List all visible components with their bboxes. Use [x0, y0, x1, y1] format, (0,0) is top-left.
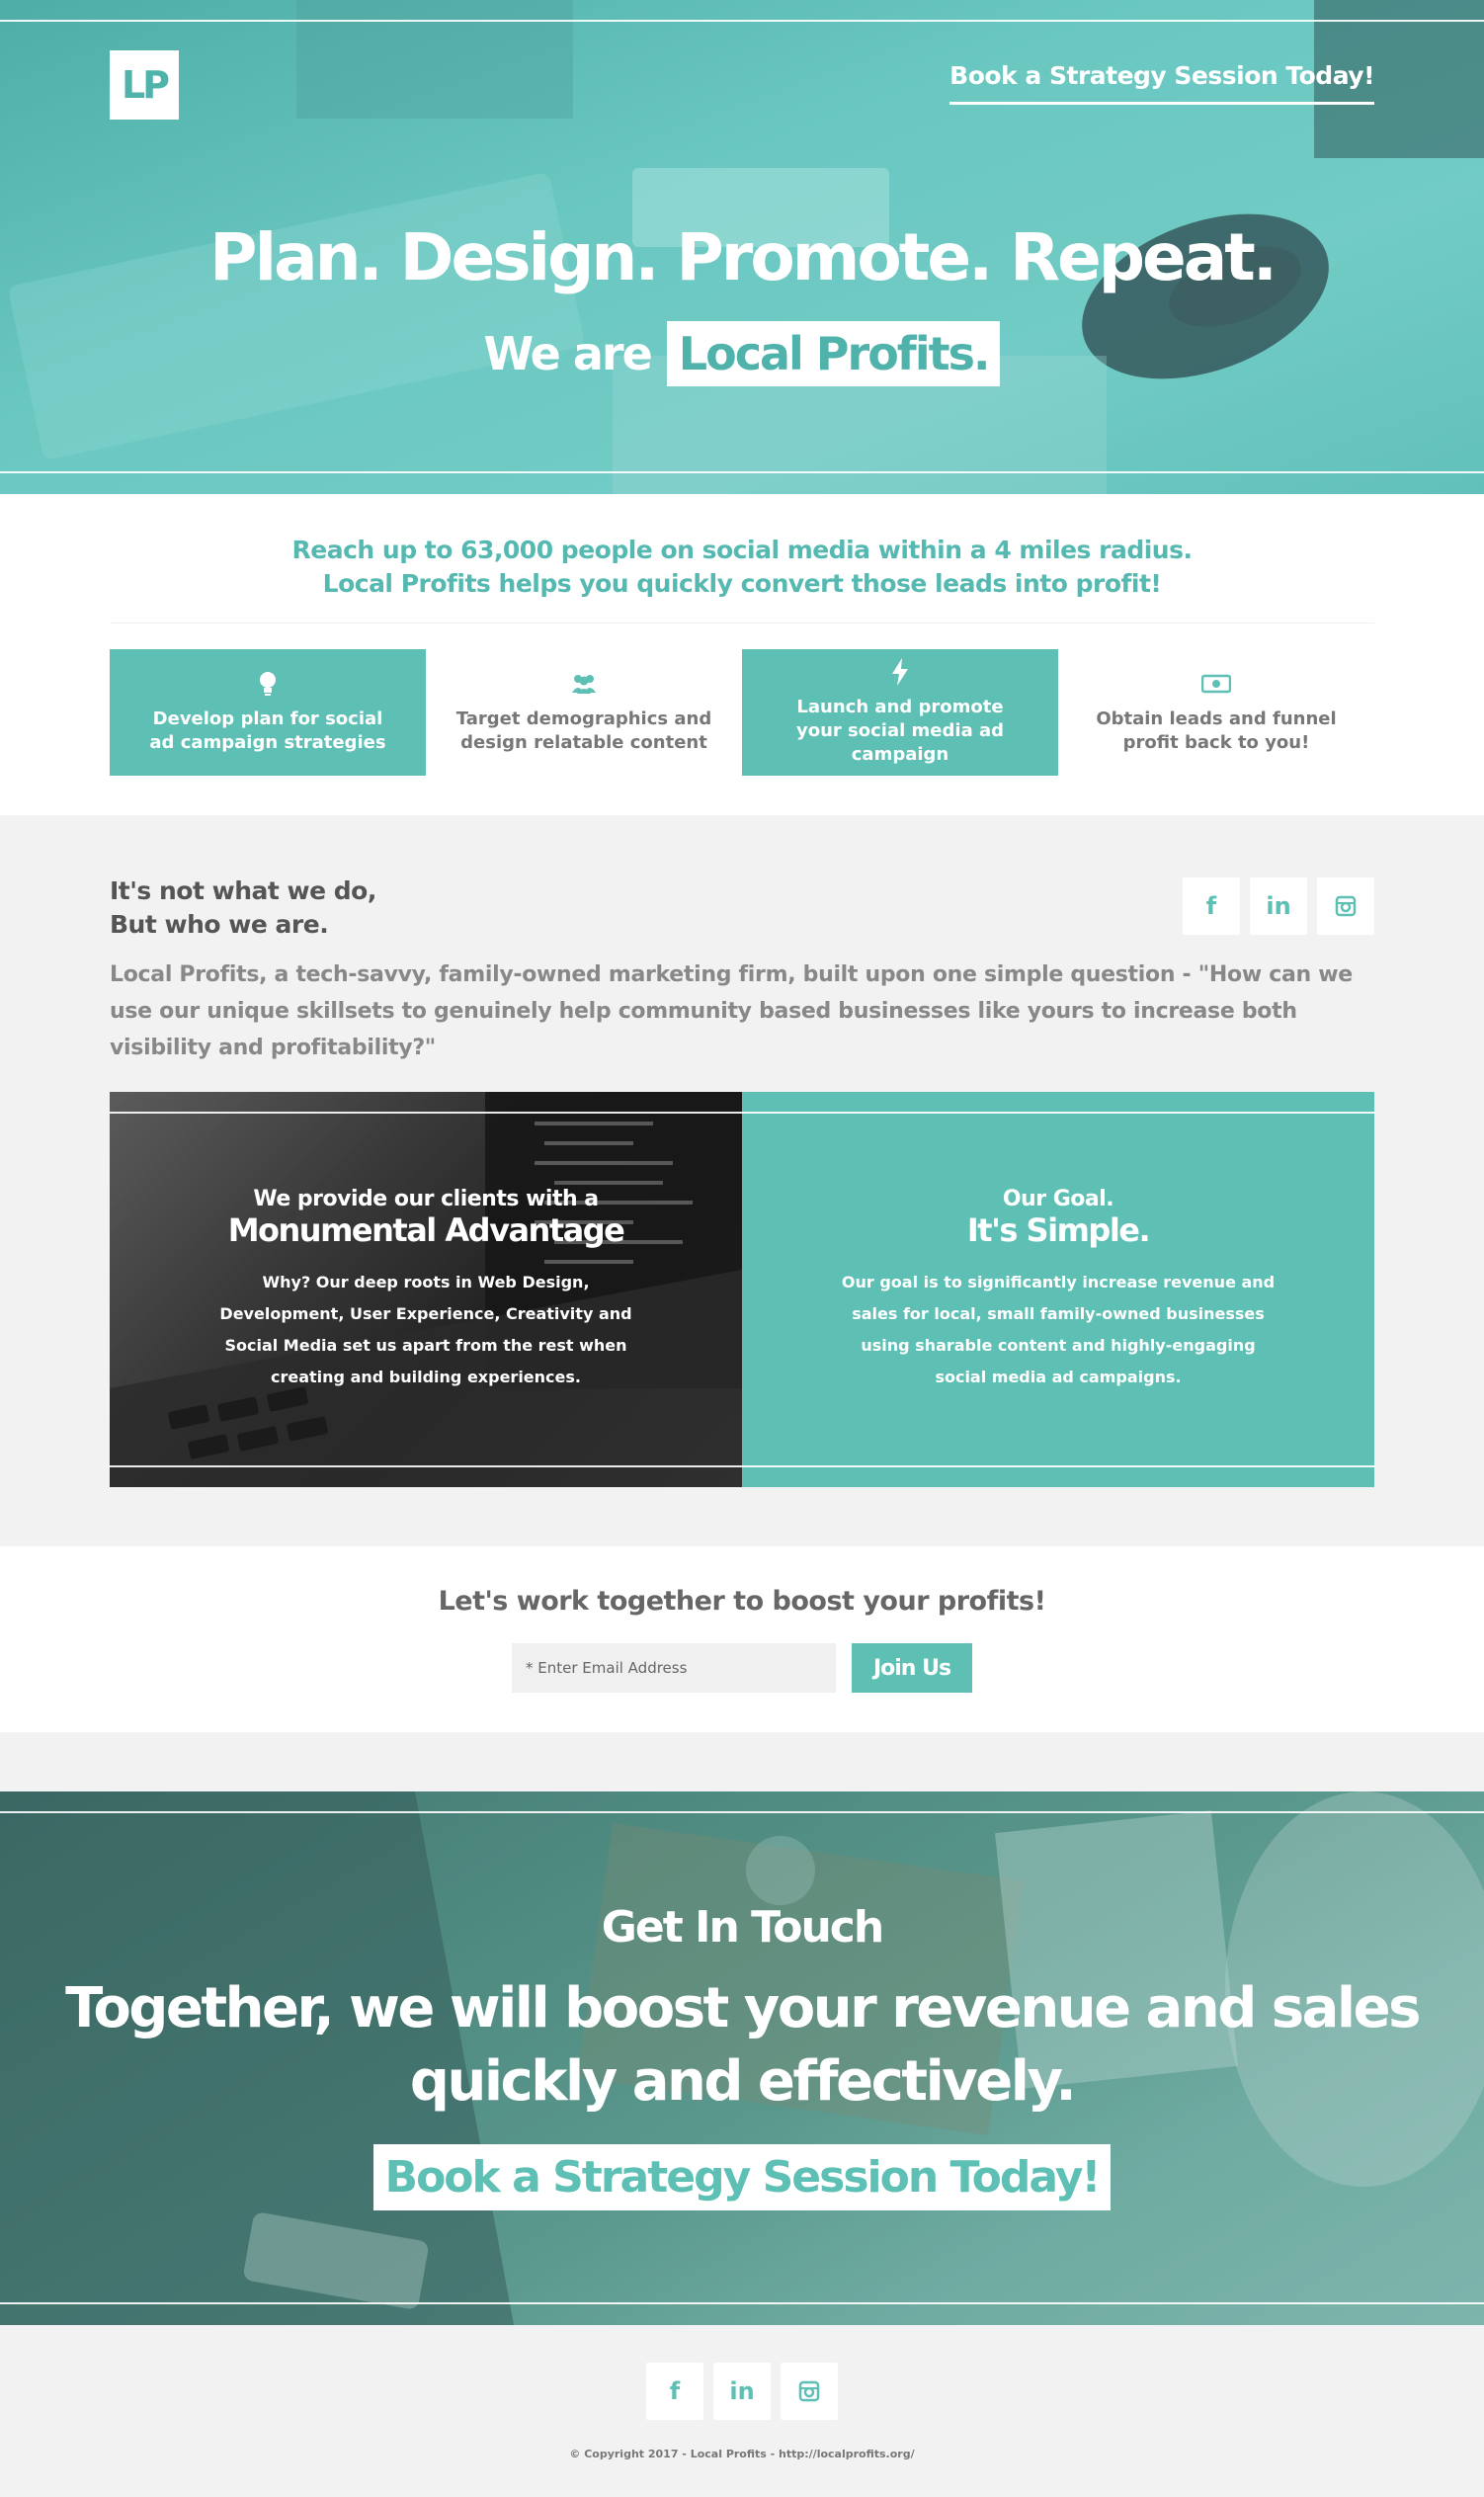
about-heading-line-2: But who we are.	[110, 910, 329, 939]
reach-line-1: Reach up to 63,000 people on social medi…	[291, 536, 1193, 564]
hero-bottom-rule	[0, 471, 1484, 473]
contact-tagline: Together, we will boost your revenue and…	[0, 1972, 1484, 2119]
about-social-links: f in	[1183, 877, 1374, 935]
about-description: Local Profits, a tech-savvy, family-owne…	[110, 962, 1353, 1060]
hero-subtitle: We are Local Profits.	[0, 321, 1484, 386]
features-divider	[110, 623, 1374, 624]
feature-card-leads: Obtain leads and funnel profit back to y…	[1058, 649, 1374, 776]
feature-card-target: Target demographics and design relatable…	[426, 649, 742, 776]
about-section: It's not what we do, But who we are. f i…	[0, 815, 1484, 1546]
feature-card-plan: Develop plan for social ad campaign stra…	[110, 649, 426, 776]
contact-tagline-line-1: Together, we will boost your revenue and…	[65, 1976, 1421, 2040]
advantage-content: We provide our clients with a Monumental…	[110, 1092, 742, 1487]
bolt-icon	[891, 658, 909, 686]
hero-title: Plan. Design. Promote. Repeat.	[209, 219, 1278, 295]
hero-top-rule	[0, 20, 1484, 22]
feature-list: Develop plan for social ad campaign stra…	[110, 649, 1374, 776]
logo[interactable]: LP	[110, 50, 179, 120]
goal-body: Our goal is to significantly increase re…	[841, 1272, 1276, 1386]
linkedin-icon[interactable]: in	[1250, 877, 1307, 935]
book-session-link[interactable]: Book a Strategy Session Today!	[949, 61, 1374, 105]
value-panels: We provide our clients with a Monumental…	[110, 1092, 1374, 1487]
goal-content: Our Goal. It's Simple. Our goal is to si…	[742, 1092, 1374, 1487]
hero-subtitle-prefix: We are	[483, 327, 653, 380]
hero-section: LP Book a Strategy Session Today! Plan. …	[0, 0, 1484, 494]
book-session-button[interactable]: Book a Strategy Session Today!	[372, 2144, 1112, 2210]
instagram-icon[interactable]	[1317, 877, 1374, 935]
about-heading: It's not what we do, But who we are.	[110, 874, 376, 942]
feature-card-launch: Launch and promote your social media ad …	[742, 649, 1058, 776]
copyright-text: © Copyright 2017 - Local Profits - http:…	[569, 2448, 915, 2460]
users-icon	[569, 670, 599, 698]
contact-tagline-line-2: quickly and effectively.	[409, 2049, 1077, 2114]
facebook-icon[interactable]: f	[1183, 877, 1240, 935]
advantage-intro: We provide our clients with a	[253, 1186, 599, 1211]
feature-label: Launch and promote your social media ad …	[795, 697, 1005, 765]
instagram-icon[interactable]	[781, 2363, 838, 2420]
facebook-icon[interactable]: f	[646, 2363, 703, 2420]
email-field[interactable]	[512, 1643, 836, 1693]
newsletter-title: Let's work together to boost your profit…	[438, 1586, 1046, 1617]
advantage-title: Monumental Advantage	[227, 1210, 625, 1249]
goal-panel: Our Goal. It's Simple. Our goal is to si…	[742, 1092, 1374, 1487]
join-us-button[interactable]: Join Us	[852, 1643, 972, 1693]
advantage-panel: We provide our clients with a Monumental…	[110, 1092, 742, 1487]
features-section: Reach up to 63,000 people on social medi…	[0, 494, 1484, 815]
contact-section: Get In Touch Together, we will boost you…	[0, 1791, 1484, 2325]
footer-social-links: f in	[0, 2363, 1484, 2420]
newsletter-section: Let's work together to boost your profit…	[0, 1546, 1484, 1732]
contact-title: Get In Touch	[601, 1902, 884, 1953]
reach-statement: Reach up to 63,000 people on social medi…	[0, 534, 1484, 601]
feature-label: Develop plan for social ad campaign stra…	[149, 708, 386, 753]
contact-top-rule	[0, 1811, 1484, 1813]
feature-label: Target demographics and design relatable…	[455, 708, 712, 753]
money-icon	[1201, 670, 1231, 698]
reach-line-2: Local Profits helps you quickly convert …	[322, 569, 1162, 598]
about-heading-line-1: It's not what we do,	[110, 876, 376, 905]
hero-brand-badge: Local Profits.	[666, 321, 1001, 386]
feature-label: Obtain leads and funnel profit back to y…	[1096, 708, 1337, 753]
lightbulb-icon	[258, 670, 278, 698]
contact-cta-wrapper: Book a Strategy Session Today!	[0, 2144, 1484, 2210]
footer: f in © Copyright 2017 - Local Profits - …	[0, 2325, 1484, 2497]
linkedin-icon[interactable]: in	[713, 2363, 771, 2420]
goal-intro: Our Goal.	[1002, 1186, 1114, 1211]
contact-bottom-rule	[0, 2302, 1484, 2304]
goal-title: It's Simple.	[966, 1210, 1151, 1249]
advantage-body: Why? Our deep roots in Web Design, Devel…	[219, 1272, 632, 1386]
newsletter-form: Join Us	[512, 1643, 972, 1693]
